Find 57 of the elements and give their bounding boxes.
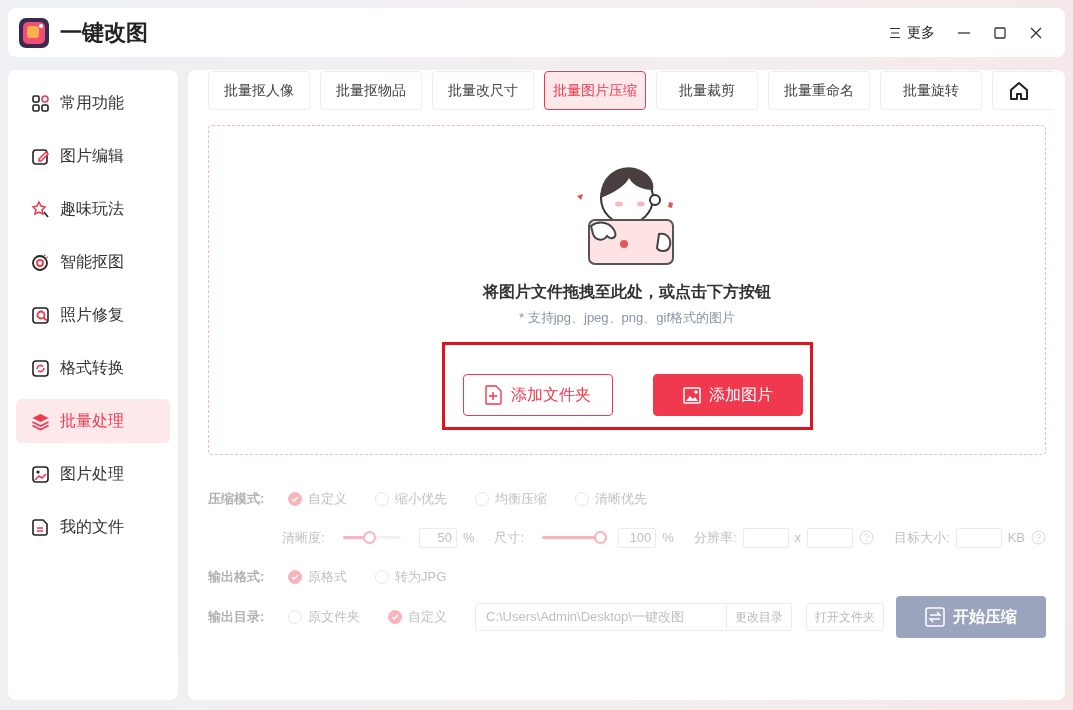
tab[interactable]: 批量裁剪: [656, 71, 758, 110]
help-icon[interactable]: [1031, 530, 1046, 545]
check-icon: [291, 572, 299, 581]
help-icon[interactable]: [859, 530, 875, 545]
image-icon: [682, 386, 701, 404]
grid-icon: [31, 93, 50, 113]
sidebar-item[interactable]: 格式转换: [16, 346, 170, 390]
add-folder-button[interactable]: 添加文件夹: [462, 374, 613, 416]
document-icon: [31, 517, 50, 537]
check-icon: [291, 494, 299, 503]
home-icon: [1008, 80, 1029, 101]
tab[interactable]: 批量旋转: [880, 71, 982, 110]
field-label: 尺寸:: [494, 528, 525, 547]
field-label: 分辨率:: [693, 528, 737, 547]
maximize-icon: [993, 25, 1007, 40]
photo-repair-icon: [31, 305, 50, 325]
unit-label: %: [462, 530, 475, 545]
drop-instruction: 将图片文件拖拽至此处，或点击下方按钮: [483, 282, 771, 302]
target-icon: [31, 252, 50, 272]
unit-label: KB: [1007, 530, 1025, 545]
tab[interactable]: 批量重命名: [768, 71, 870, 110]
app-title: 一键改图: [60, 18, 148, 47]
home-button[interactable]: [992, 71, 1054, 110]
layers-icon: [31, 411, 50, 431]
edit-icon: [31, 146, 50, 166]
sidebar-item[interactable]: 批量处理: [16, 399, 170, 443]
app-logo-icon: [18, 16, 50, 49]
close-icon: [1029, 25, 1043, 40]
sidebar-item[interactable]: 图片编辑: [16, 134, 170, 178]
swap-icon: [925, 607, 945, 627]
check-icon: [391, 613, 399, 621]
tab[interactable]: 批量抠物品: [320, 71, 422, 110]
file-plus-icon: [484, 385, 503, 405]
field-label: 压缩模式:: [208, 489, 266, 508]
field-label: 清晰度:: [282, 528, 325, 547]
unit-label: %: [662, 530, 674, 545]
image-icon: [31, 464, 50, 484]
sidebar-item[interactable]: 常用功能: [16, 81, 170, 125]
field-label: 输出目录:: [208, 608, 266, 626]
minimize-icon: [958, 31, 970, 34]
format-hint: * 支持jpg、jpeg、png、gif格式的图片: [519, 309, 735, 327]
menu-icon: [889, 26, 901, 39]
sidebar-item[interactable]: 我的文件: [16, 505, 170, 549]
sidebar-item[interactable]: 照片修复: [16, 293, 170, 337]
separator-label: x: [794, 530, 802, 545]
add-image-button[interactable]: 添加图片: [652, 374, 803, 416]
sidebar-item[interactable]: 趣味玩法: [16, 187, 170, 231]
sidebar-item[interactable]: 智能抠图: [16, 240, 170, 284]
tab[interactable]: 批量抠人像: [208, 71, 310, 110]
tab[interactable]: 批量图片压缩: [544, 71, 646, 110]
field-label: 目标大小:: [894, 528, 950, 547]
tab[interactable]: 批量改尺寸: [432, 71, 534, 110]
more-menu-button[interactable]: 更多: [885, 21, 939, 44]
field-label: 输出格式:: [208, 567, 266, 586]
sparkle-icon: [31, 199, 50, 219]
sidebar-item[interactable]: 图片处理: [16, 452, 170, 496]
convert-icon: [31, 358, 50, 378]
